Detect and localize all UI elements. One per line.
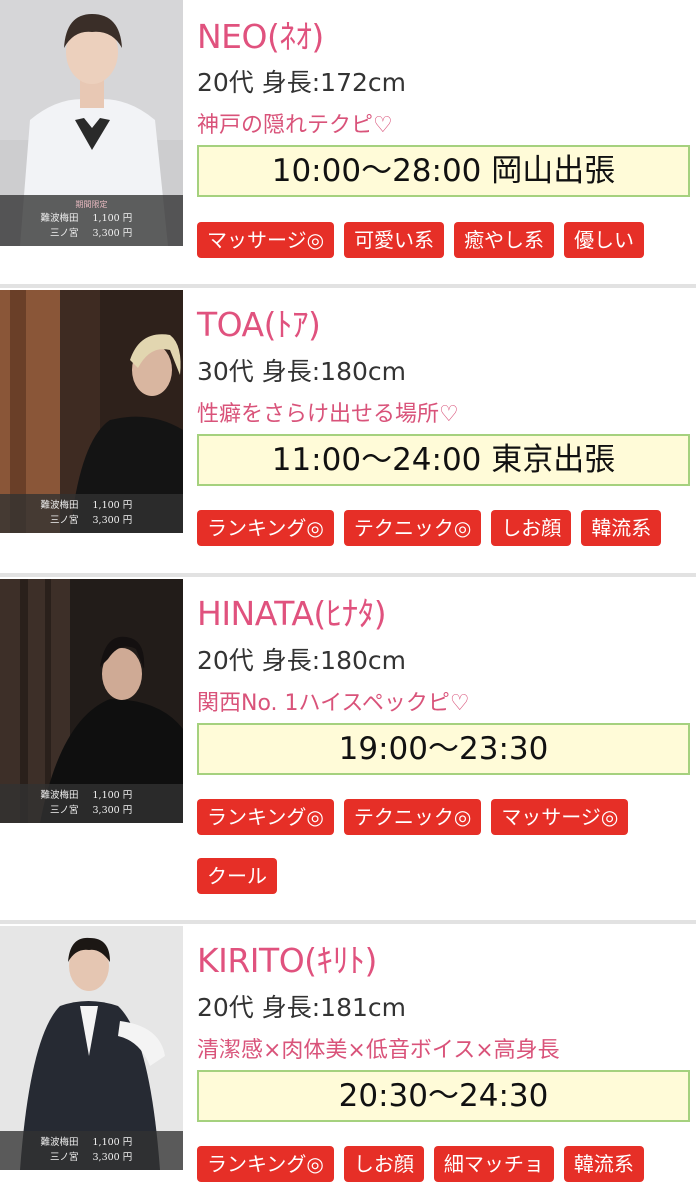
tag[interactable]: ランキング◎: [197, 510, 334, 546]
cast-card-hinata[interactable]: 難波梅田 1,100 円 三ノ宮 3,300 円 HINATA(ﾋﾅﾀ) 20代…: [0, 577, 696, 907]
price-amount: 3,300 円: [92, 805, 133, 816]
tag-list: ランキング◎ テクニック◎ マッサージ◎ クール: [197, 799, 692, 894]
price-row: 三ノ宮 3,300 円: [0, 513, 183, 528]
price-area: 難波梅田: [40, 1137, 79, 1148]
price-band: 難波梅田 1,100 円 三ノ宮 3,300 円: [0, 494, 183, 533]
price-amount: 1,100 円: [92, 213, 133, 224]
price-row: 難波梅田 1,100 円: [0, 788, 183, 803]
tag[interactable]: クール: [197, 858, 277, 894]
tag[interactable]: 可愛い系: [344, 222, 445, 258]
cast-photo[interactable]: 難波梅田 1,100 円 三ノ宮 3,300 円: [0, 579, 183, 823]
price-area: 難波梅田: [40, 213, 79, 224]
price-row: 難波梅田 1,100 円: [0, 211, 183, 226]
price-row: 三ノ宮 3,300 円: [0, 226, 183, 241]
cast-card-toa[interactable]: 難波梅田 1,100 円 三ノ宮 3,300 円 TOA(ﾄｱ) 30代 身長:…: [0, 288, 696, 556]
tag-list: マッサージ◎ 可愛い系 癒やし系 優しい: [197, 222, 692, 258]
price-band: 期間限定 難波梅田 1,100 円 三ノ宮 3,300 円: [0, 195, 183, 246]
price-amount: 1,100 円: [92, 790, 133, 801]
cast-catchphrase: 関西No. 1ハイスペックピ♡: [197, 691, 470, 716]
cast-card-kirito[interactable]: 難波梅田 1,100 円 三ノ宮 3,300 円 KIRITO(ｷﾘﾄ) 20代…: [0, 924, 696, 1200]
cast-catchphrase: 神戸の隠れテクピ♡: [197, 113, 393, 138]
price-row: 三ノ宮 3,300 円: [0, 1150, 183, 1165]
price-amount: 1,100 円: [92, 1137, 133, 1148]
price-band: 難波梅田 1,100 円 三ノ宮 3,300 円: [0, 1131, 183, 1170]
cast-photo[interactable]: 難波梅田 1,100 円 三ノ宮 3,300 円: [0, 926, 183, 1170]
price-area: 三ノ宮: [49, 228, 79, 239]
cast-card-neo[interactable]: 期間限定 難波梅田 1,100 円 三ノ宮 3,300 円 NEO(ﾈｵ) 20…: [0, 0, 696, 268]
tag[interactable]: ランキング◎: [197, 1146, 334, 1182]
cast-schedule: 19:00〜23:30: [197, 723, 690, 775]
tag[interactable]: ランキング◎: [197, 799, 334, 835]
cast-age-height: 20代 身長:180cm: [197, 646, 406, 675]
cast-schedule: 20:30〜24:30: [197, 1070, 690, 1122]
price-area: 三ノ宮: [49, 515, 79, 526]
price-band: 難波梅田 1,100 円 三ノ宮 3,300 円: [0, 784, 183, 823]
cast-age-height: 20代 身長:172cm: [197, 68, 406, 97]
cast-catchphrase: 清潔感×肉体美×低音ボイス×高身長: [197, 1038, 560, 1063]
tag-list: ランキング◎ テクニック◎ しお顔 韓流系: [197, 510, 692, 546]
cast-photo[interactable]: 難波梅田 1,100 円 三ノ宮 3,300 円: [0, 290, 183, 533]
cast-name[interactable]: TOA(ﾄｱ): [197, 298, 321, 346]
cast-schedule: 10:00〜28:00 岡山出張: [197, 145, 690, 197]
cast-name[interactable]: HINATA(ﾋﾅﾀ): [197, 587, 387, 635]
tag[interactable]: しお顔: [343, 1146, 424, 1182]
tag[interactable]: しお顔: [491, 510, 572, 546]
tag-list: ランキング◎ しお顔 細マッチョ 韓流系: [197, 1146, 692, 1182]
price-row: 難波梅田 1,100 円: [0, 1135, 183, 1150]
price-area: 難波梅田: [40, 790, 79, 801]
tag[interactable]: テクニック◎: [343, 510, 482, 546]
price-amount: 3,300 円: [92, 228, 133, 239]
cast-schedule: 11:00〜24:00 東京出張: [197, 434, 690, 486]
price-amount: 1,100 円: [92, 500, 133, 511]
price-area: 難波梅田: [40, 500, 79, 511]
price-area: 三ノ宮: [49, 805, 79, 816]
tag[interactable]: 韓流系: [563, 1146, 644, 1182]
price-row: 難波梅田 1,100 円: [0, 498, 183, 513]
cast-photo[interactable]: 期間限定 難波梅田 1,100 円 三ノ宮 3,300 円: [0, 0, 183, 246]
tag[interactable]: 癒やし系: [454, 222, 555, 258]
tag[interactable]: 韓流系: [581, 510, 662, 546]
price-amount: 3,300 円: [92, 1152, 133, 1163]
limited-label: 期間限定: [75, 200, 108, 209]
tag[interactable]: テクニック◎: [343, 799, 482, 835]
cast-name[interactable]: NEO(ﾈｵ): [197, 10, 324, 58]
tag[interactable]: マッサージ◎: [197, 222, 335, 258]
tag[interactable]: マッサージ◎: [491, 799, 629, 835]
cast-age-height: 20代 身長:181cm: [197, 993, 406, 1022]
cast-name[interactable]: KIRITO(ｷﾘﾄ): [197, 934, 377, 982]
price-area: 三ノ宮: [49, 1152, 79, 1163]
tag[interactable]: 細マッチョ: [433, 1146, 554, 1182]
tag[interactable]: 優しい: [564, 222, 645, 258]
cast-catchphrase: 性癖をさらけ出せる場所♡: [197, 402, 459, 427]
price-row: 三ノ宮 3,300 円: [0, 803, 183, 818]
price-amount: 3,300 円: [92, 515, 133, 526]
cast-age-height: 30代 身長:180cm: [197, 357, 406, 386]
